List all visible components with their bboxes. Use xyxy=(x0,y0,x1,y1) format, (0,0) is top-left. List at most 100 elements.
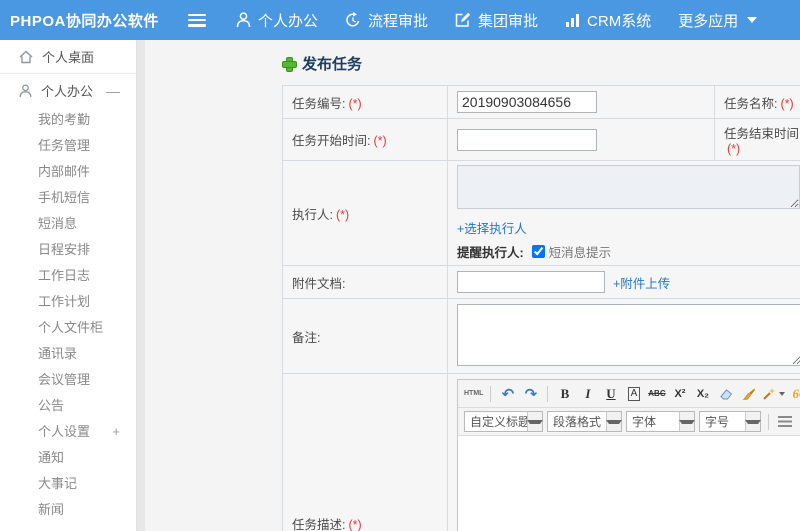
collapse-minus-icon[interactable]: — xyxy=(106,83,120,99)
strikethrough-button[interactable]: ABC xyxy=(646,383,667,404)
sidebar-item-news[interactable]: 新闻 xyxy=(0,497,136,523)
attachment-input[interactable] xyxy=(457,271,605,293)
sms-remind-checkbox[interactable] xyxy=(531,245,545,258)
sidebar-item-mobile-sms[interactable]: 手机短信 xyxy=(0,185,136,211)
sidebar-item-announcement[interactable]: 公告 xyxy=(0,393,136,419)
highlight-wand-button[interactable] xyxy=(761,383,786,404)
start-time-label-cell: 任务开始时间: (*) xyxy=(282,118,448,161)
start-time-input-cell xyxy=(447,118,715,161)
required-mark: (*) xyxy=(348,96,362,111)
superscript-button[interactable]: X² xyxy=(669,383,690,404)
user-icon xyxy=(236,12,251,28)
sidebar-item-label: 手机短信 xyxy=(38,190,91,205)
sidebar-item-internal-mail[interactable]: 内部邮件 xyxy=(0,159,136,185)
content-panel: 发布任务 任务编号:(*) 任务名称:(*) xyxy=(145,40,800,531)
sidebar-item-work-diary[interactable]: 工作日志 xyxy=(0,263,136,289)
editor-toolbar-row2: 自定义标题 段落格式 字体 字号 xyxy=(458,408,800,436)
sidebar-item-label: 个人文件柜 xyxy=(38,320,104,335)
align-left-button[interactable] xyxy=(775,412,795,432)
subscript-button[interactable]: X₂ xyxy=(692,383,713,404)
main-nav: 个人办公 流程审批 集团审批 CRM系统 更多应用 xyxy=(236,10,784,31)
caret-down-icon xyxy=(747,17,758,23)
attachment-input-cell: +附件上传 xyxy=(447,265,800,299)
html-source-button[interactable]: HTML xyxy=(463,383,484,404)
sidebar-item-label: 工作日志 xyxy=(38,268,91,283)
nav-item-personal-office[interactable]: 个人办公 xyxy=(236,10,318,31)
sidebar-item-desktop[interactable]: 个人桌面 xyxy=(0,40,136,74)
required-mark: (*) xyxy=(373,134,387,148)
remark-input-cell xyxy=(447,298,800,374)
font-family-dropdown[interactable]: 字体 xyxy=(626,411,695,432)
sidebar-item-label: 大事记 xyxy=(38,476,78,491)
task-name-label-cell: 任务名称: (*) xyxy=(714,85,800,119)
sidebar-item-task-management[interactable]: 任务管理 xyxy=(0,133,136,159)
bold-button[interactable]: B xyxy=(554,383,575,404)
sidebar-item-work-plan[interactable]: 工作计划 xyxy=(0,289,136,315)
nav-item-group-approval[interactable]: 集团审批 xyxy=(455,10,538,31)
task-no-label-cell: 任务编号: (*) xyxy=(282,85,448,119)
editor-toolbar-row1: HTML ↶ ↷ B I U A ABC X² X₂ 6 xyxy=(458,380,800,408)
sidebar-section-personal-office[interactable]: 个人办公 — xyxy=(0,74,136,107)
home-icon xyxy=(19,50,33,63)
eraser-button[interactable] xyxy=(715,383,736,404)
sidebar-item-label: 新闻 xyxy=(38,502,65,517)
caret-down-icon xyxy=(779,391,786,396)
sidebar-item-meeting-management[interactable]: 会议管理 xyxy=(0,367,136,393)
underline-button[interactable]: U xyxy=(600,383,621,404)
wand-icon xyxy=(763,387,776,400)
dropdown-value: 自定义标题 xyxy=(470,415,531,429)
toolbar-separator xyxy=(768,413,769,430)
format-brush-button[interactable] xyxy=(738,383,759,404)
attachment-label: 附件文档: xyxy=(292,276,346,291)
nav-item-workflow-approval[interactable]: 流程审批 xyxy=(345,10,428,31)
remind-executor-label: 提醒执行人: xyxy=(457,246,524,260)
sidebar-item-label: 工作计划 xyxy=(38,294,91,309)
sidebar-item-label: 公告 xyxy=(38,398,65,413)
add-plus-icon xyxy=(282,56,297,72)
table-row: 任务描述: (*) HTML ↶ ↷ B I U A ABC X² X₂ 6 自… xyxy=(282,373,800,531)
sidebar-item-my-attendance[interactable]: 我的考勤 xyxy=(0,107,136,133)
font-size-dropdown[interactable]: 字号 xyxy=(699,411,761,432)
attachment-upload-link[interactable]: +附件上传 xyxy=(613,273,670,292)
expand-plus-icon[interactable]: + xyxy=(112,419,120,445)
eraser-icon xyxy=(720,388,733,399)
nav-item-more-apps[interactable]: 更多应用 xyxy=(678,10,758,31)
table-row: 附件文档: +附件上传 xyxy=(282,265,800,299)
sidebar-item-notification[interactable]: 通知 xyxy=(0,445,136,471)
paragraph-format-dropdown[interactable]: 段落格式 xyxy=(547,411,622,432)
remark-label-cell: 备注: xyxy=(282,298,448,374)
attachment-label-cell: 附件文档: xyxy=(282,265,448,299)
italic-button[interactable]: I xyxy=(577,383,598,404)
sidebar-item-label: 通讯录 xyxy=(38,346,78,361)
sidebar-item-memorabilia[interactable]: 大事记 xyxy=(0,471,136,497)
sms-remind-label: 短消息提示 xyxy=(548,246,612,260)
required-mark: (*) xyxy=(348,518,362,531)
editor-content-area[interactable] xyxy=(458,436,800,531)
remark-textarea[interactable] xyxy=(457,303,800,366)
remove-format-button[interactable]: A xyxy=(623,383,644,404)
hamburger-menu-icon[interactable] xyxy=(188,13,206,27)
sidebar-item-label: 会议管理 xyxy=(38,372,91,387)
remark-label: 备注: xyxy=(292,330,321,345)
start-time-input[interactable] xyxy=(457,128,597,151)
undo-icon[interactable]: ↶ xyxy=(497,383,518,404)
description-label: 任务描述: xyxy=(292,518,346,531)
blockquote-button[interactable]: 66 xyxy=(788,383,800,404)
caret-down-icon xyxy=(527,412,543,431)
sidebar-item-schedule[interactable]: 日程安排 xyxy=(0,237,136,263)
nav-item-crm-system[interactable]: CRM系统 xyxy=(565,10,651,31)
sidebar-item-address-book[interactable]: 通讯录 xyxy=(0,341,136,367)
boxed-a-icon: A xyxy=(627,386,641,401)
sidebar-item-personal-file-cabinet[interactable]: 个人文件柜 xyxy=(0,315,136,341)
edit-icon xyxy=(455,12,471,27)
redo-icon[interactable]: ↷ xyxy=(520,383,541,404)
sidebar-item-personal-settings[interactable]: 个人设置 + xyxy=(0,419,136,445)
sidebar-item-short-message[interactable]: 短消息 xyxy=(0,211,136,237)
task-no-input[interactable] xyxy=(457,91,597,113)
custom-heading-dropdown[interactable]: 自定义标题 xyxy=(464,411,543,432)
rich-text-editor: HTML ↶ ↷ B I U A ABC X² X₂ 6 自定义标题 段落格式 … xyxy=(457,379,800,531)
choose-executor-link[interactable]: +选择执行人 xyxy=(457,222,527,236)
caret-down-icon xyxy=(679,412,695,431)
executor-textarea[interactable] xyxy=(457,165,800,209)
app-window: PHPOA协同办公软件 个人办公 流程审批 集团审批 CRM系统 更多应用 个人… xyxy=(0,0,800,531)
